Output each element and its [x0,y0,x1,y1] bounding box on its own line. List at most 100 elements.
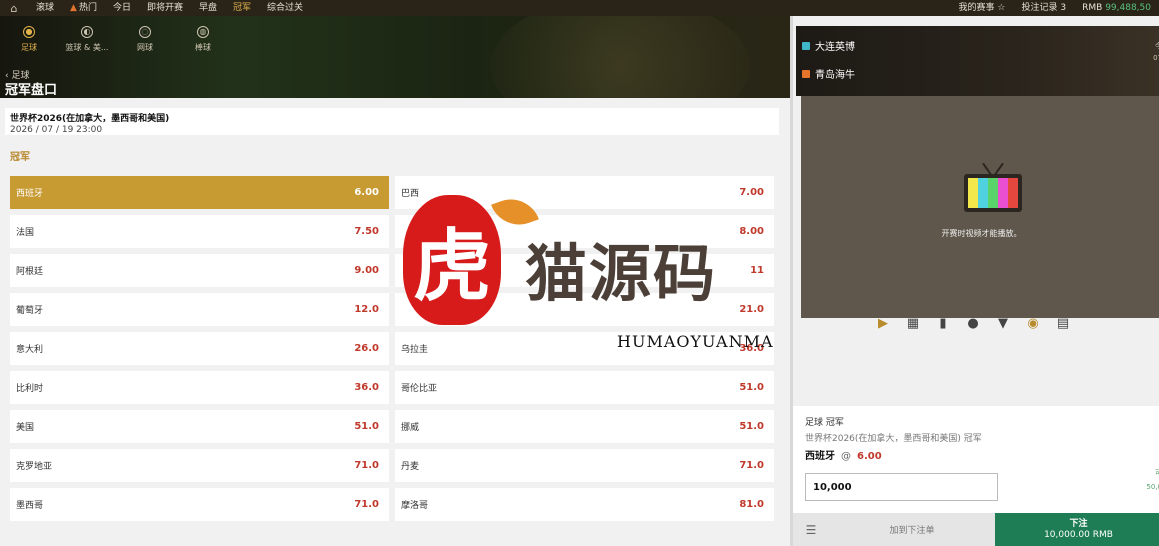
scoreboard-icon[interactable]: ▤ [1053,313,1073,333]
team-name: 法国 [16,228,35,238]
outright-option[interactable]: 巴西 7.00 [395,176,774,209]
match-time-day: 今 [1155,42,1159,50]
team-odds: 36.0 [354,382,379,393]
team-odds: 21.0 [739,304,764,315]
home-icon[interactable]: ⌂ [0,0,28,16]
star-icon: ☆ [997,3,1006,13]
bet-selection-team: 西班牙 [805,451,835,462]
outright-option[interactable]: 乌拉圭 36.0 [395,332,774,365]
team-name: 克罗地亚 [16,462,53,472]
play-icon[interactable]: ▶ [873,313,893,333]
nav-parlay[interactable]: 综合过关 [259,0,311,16]
stake-input[interactable] [805,473,998,501]
outright-option[interactable]: 意大利 26.0 [10,332,389,365]
team-name: 西班牙 [16,189,44,199]
nav-today[interactable]: 今日 [105,0,139,16]
event-datetime: 2026 / 07 / 19 23:00 [10,125,103,135]
jersey-icon [802,69,810,78]
outright-option[interactable]: 摩洛哥 81.0 [395,488,774,521]
team-odds: 26.0 [354,343,379,354]
outright-option[interactable]: 墨西哥 71.0 [10,488,389,521]
team-name: 挪威 [401,423,420,433]
nav-outright[interactable]: 冠军 [225,0,259,16]
team-odds: 71.0 [739,460,764,471]
team-odds: 51.0 [739,382,764,393]
jersey-icon [802,41,810,50]
section-label: 冠军 [10,152,30,163]
place-bet-amount: 10,000.00 RMB [1044,529,1113,540]
pitch-icon[interactable]: ▦ [903,313,923,333]
team-odds: 9.00 [354,265,379,276]
tennis-icon: ◌ [139,26,151,38]
match-card[interactable]: 大连英博 青岛海牛 今 07 [796,26,1159,96]
payout-value: 50,0 [1146,483,1159,491]
sport-tab-basketball[interactable]: ◐ 篮球 & 美... [58,26,116,53]
nav-live[interactable]: 滚球 [28,0,62,16]
home-team-name: 大连英博 [815,42,855,53]
outright-option[interactable]: 丹麦 71.0 [395,449,774,482]
outright-grid: 西班牙 6.00 巴西 7.00 法国 7.50 8.00 阿根廷 9.00 11 葡萄… [10,176,774,521]
microphone-icon[interactable]: ● [963,313,983,333]
my-events-label: 我的赛事 [958,3,995,13]
outright-option[interactable]: 21.0 [395,293,774,326]
soccer-icon: ● [23,26,35,38]
jersey-icon[interactable]: ▼ [993,313,1013,333]
my-events-link[interactable]: 我的赛事 ☆ [951,0,1014,16]
basketball-icon: ◐ [81,26,93,38]
team-name: 哥伦比亚 [401,384,438,394]
team-odds: 51.0 [354,421,379,432]
nav-upcoming[interactable]: 即将开赛 [139,0,191,16]
team-odds: 12.0 [354,304,379,315]
sport-tab-tennis[interactable]: ◌ 网球 [116,26,174,53]
team-name: 墨西哥 [16,501,44,511]
stats-icon[interactable]: ▮ [933,313,953,333]
sport-tab-label: 足球 [21,43,37,52]
outright-option[interactable]: 8.00 [395,215,774,248]
payout-label: 可 [1155,469,1159,477]
vs-icon[interactable]: ◉ [1023,313,1043,333]
payout-info: 可 50,0 [1146,466,1159,494]
outright-option[interactable]: 美国 51.0 [10,410,389,443]
bet-event: 世界杯2026(在加拿大，墨西哥和美国) 冠军 [805,434,982,444]
right-panel: 大连英博 青岛海牛 今 07 开赛时视频才能播放。 ▶ ▦ ▮ ● ▼ ◉ ▤ 足… [790,16,1159,546]
outright-option[interactable]: 挪威 51.0 [395,410,774,443]
balance-currency: RMB [1082,3,1103,13]
settings-icon[interactable]: ☰ [793,513,829,546]
team-name: 阿根廷 [16,267,44,277]
sport-tab-baseball[interactable]: ◍ 棒球 [174,26,232,53]
outright-option[interactable]: 比利时 36.0 [10,371,389,404]
team-name: 丹麦 [401,462,420,472]
bet-records-link[interactable]: 投注记录 3 [1013,0,1074,16]
outright-option[interactable]: 葡萄牙 12.0 [10,293,389,326]
bet-actions: ☰ 加到下注单 下注 10,000.00 RMB [793,513,1159,546]
team-name: 摩洛哥 [401,501,429,511]
sport-tab-soccer[interactable]: ● 足球 [0,26,58,53]
team-odds: 71.0 [354,460,379,471]
match-time-date: 07 [1153,54,1159,62]
outright-option[interactable]: 克罗地亚 71.0 [10,449,389,482]
team-name: 葡萄牙 [16,306,44,316]
place-bet-button[interactable]: 下注 10,000.00 RMB [995,513,1159,546]
outright-option[interactable]: 法国 7.50 [10,215,389,248]
balance: RMB 99,488,50 [1074,0,1159,16]
sport-tab-label: 网球 [137,43,153,52]
nav-hot-label: 热门 [78,3,97,13]
video-area: 开赛时视频才能播放。 [801,96,1159,318]
team-odds: 81.0 [739,499,764,510]
nav-hot[interactable]: ▲ 热门 [62,0,105,16]
team-odds: 71.0 [354,499,379,510]
page-title: 冠军盘口 [5,83,58,98]
bet-records-count: 3 [1060,3,1067,13]
header-background [490,16,750,98]
outright-option[interactable]: 西班牙 6.00 [10,176,389,209]
away-team-name: 青岛海牛 [815,70,855,81]
add-to-slip-button[interactable]: 加到下注单 [829,513,995,546]
team-name: 意大利 [16,345,44,355]
outright-option[interactable]: 阿根廷 9.00 [10,254,389,287]
outright-option[interactable]: 哥伦比亚 51.0 [395,371,774,404]
outright-option[interactable]: 11 [395,254,774,287]
event-name: 世界杯2026(在加拿大，墨西哥和美国) [10,114,170,124]
nav-early[interactable]: 早盘 [191,0,225,16]
bet-selection: 西班牙 @6.00 [805,447,882,462]
away-team: 青岛海牛 [802,66,855,81]
